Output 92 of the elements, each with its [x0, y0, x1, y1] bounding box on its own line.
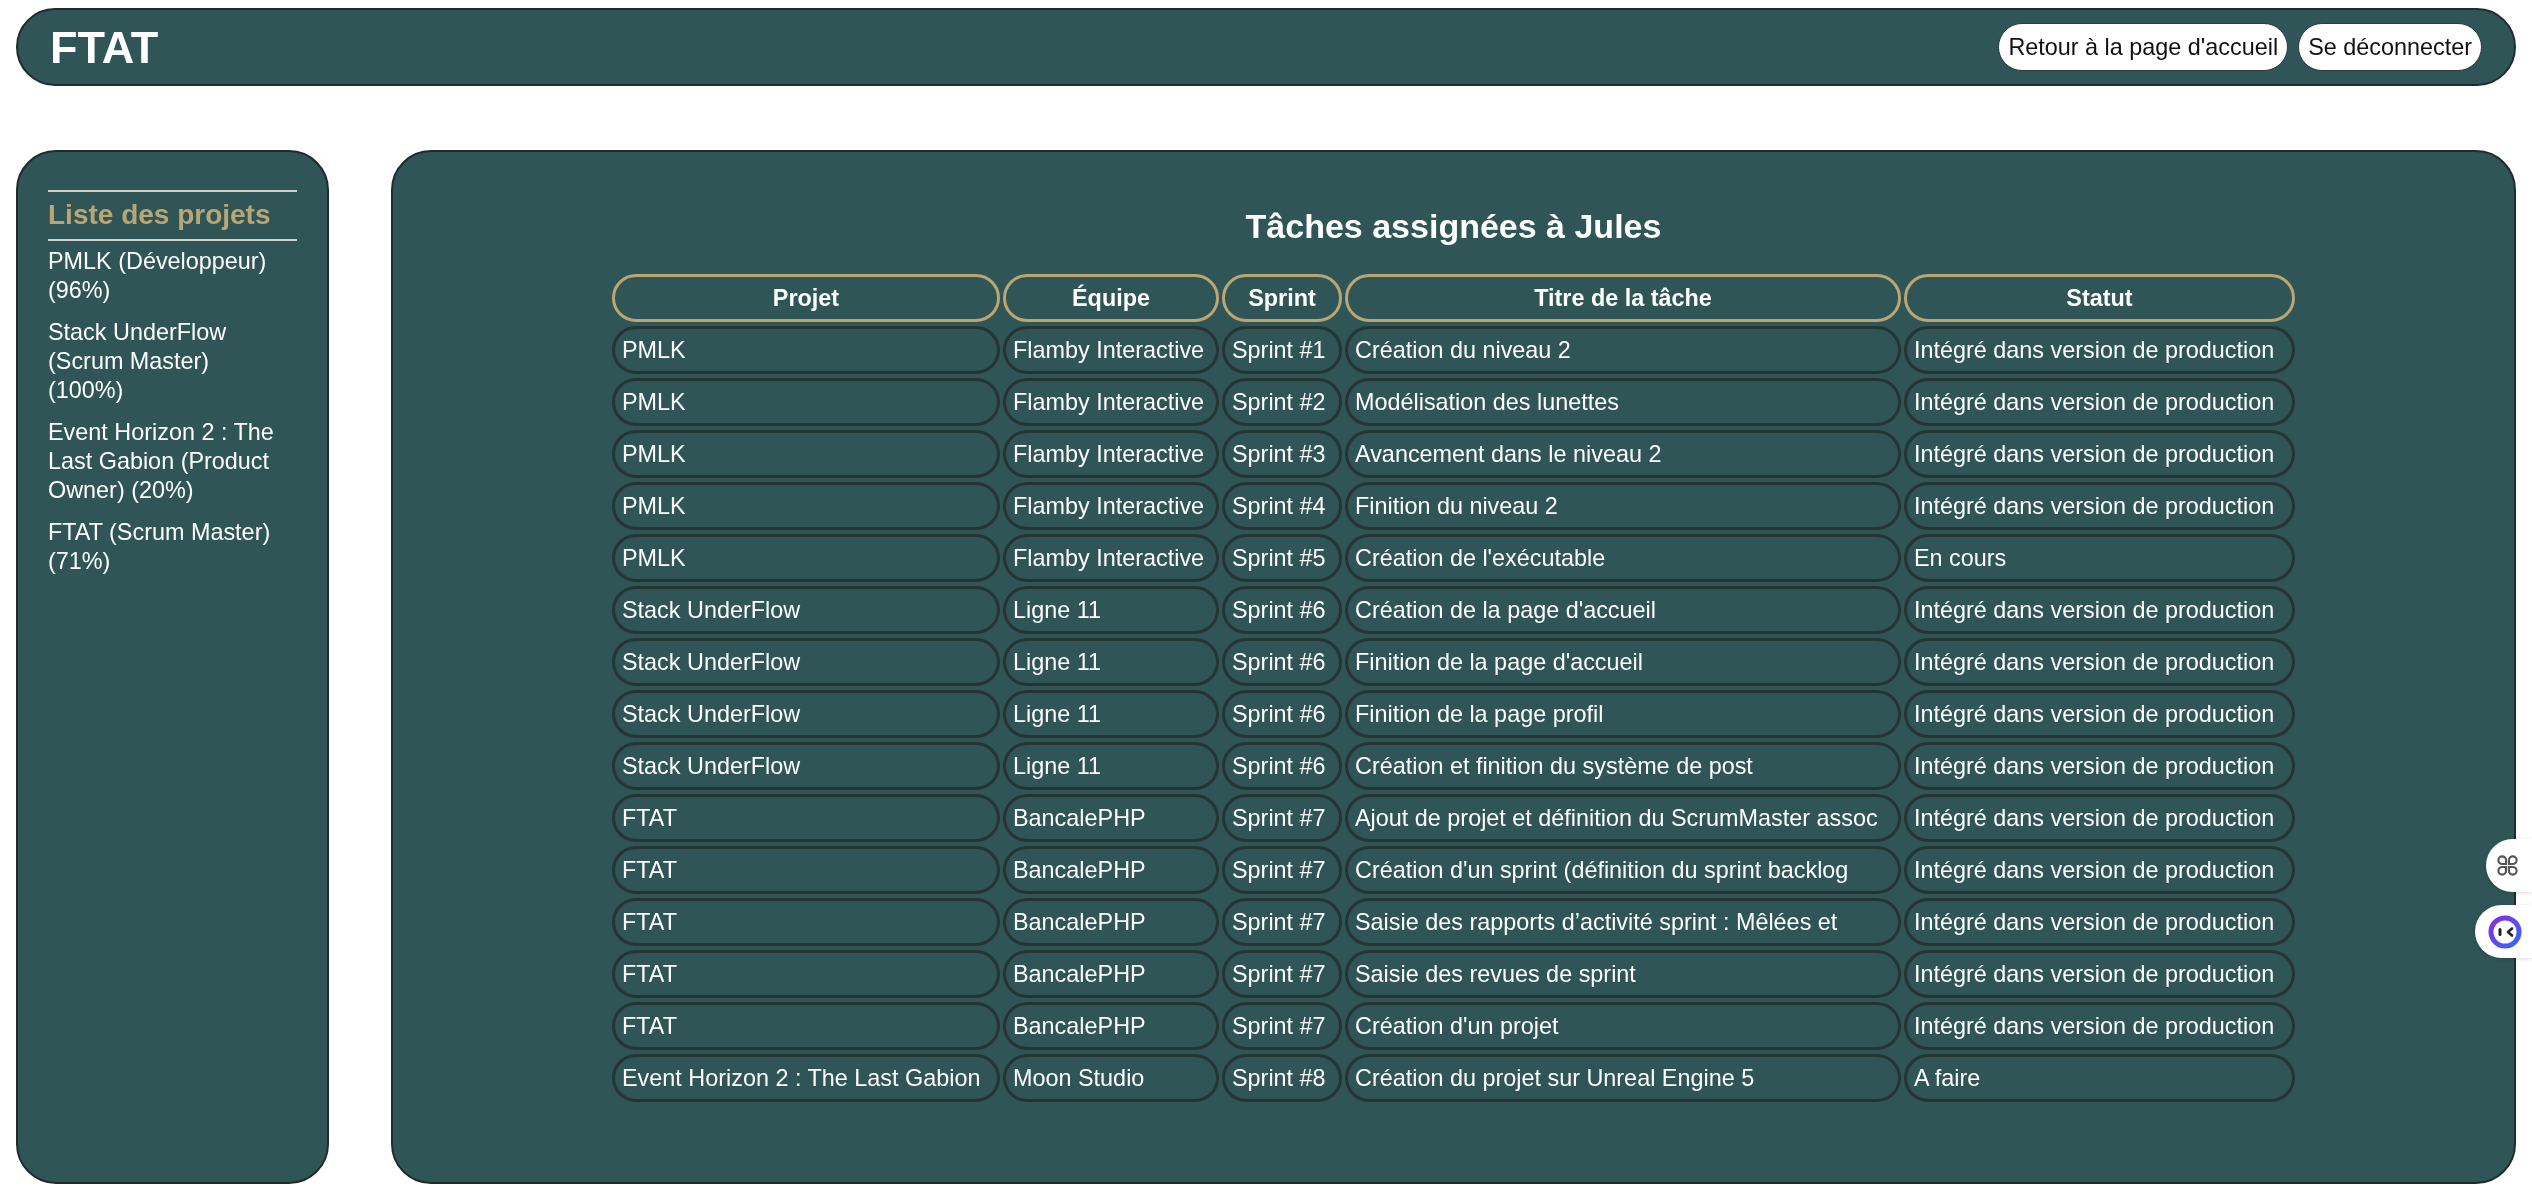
app-title: FTAT	[50, 24, 159, 70]
table-cell: Sprint #7	[1222, 1002, 1342, 1050]
table-cell: Ligne 11	[1003, 638, 1219, 686]
table-cell: Flamby Interactive	[1003, 326, 1219, 374]
table-cell: Intégré dans version de production	[1904, 898, 2295, 946]
table-cell: Flamby Interactive	[1003, 430, 1219, 478]
table-cell: Création et finition du système de post	[1345, 742, 1901, 790]
table-cell: Intégré dans version de production	[1904, 430, 2295, 478]
table-cell: Stack UnderFlow	[612, 742, 1000, 790]
table-cell: Intégré dans version de production	[1904, 482, 2295, 530]
table-cell: Saisie des rapports d’activité sprint : Mêlées et	[1345, 898, 1901, 946]
table-cell: Ligne 11	[1003, 742, 1219, 790]
table-cell: Sprint #7	[1222, 846, 1342, 894]
table-cell: Intégré dans version de production	[1904, 1002, 2295, 1050]
column-header: Titre de la tâche	[1345, 274, 1901, 322]
table-cell: Sprint #6	[1222, 586, 1342, 634]
table-cell: Intégré dans version de production	[1904, 326, 2295, 374]
table-cell: Saisie des revues de sprint	[1345, 950, 1901, 998]
table-cell: Sprint #6	[1222, 690, 1342, 738]
table-cell: Sprint #8	[1222, 1054, 1342, 1102]
command-icon	[2496, 854, 2519, 877]
table-cell: Ajout de projet et définition du ScrumMaster assoc	[1345, 794, 1901, 842]
project-item[interactable]: PMLK (Développeur) (96%)	[48, 247, 286, 305]
table-cell: Ligne 11	[1003, 690, 1219, 738]
table-cell: Ligne 11	[1003, 586, 1219, 634]
table-cell: FTAT	[612, 898, 1000, 946]
table-cell: Intégré dans version de production	[1904, 846, 2295, 894]
table-cell: Intégré dans version de production	[1904, 378, 2295, 426]
table-cell: BancalePHP	[1003, 950, 1219, 998]
column-header: Sprint	[1222, 274, 1342, 322]
table-cell: Création d'un projet	[1345, 1002, 1901, 1050]
table-cell: Sprint #4	[1222, 482, 1342, 530]
table-cell: Sprint #2	[1222, 378, 1342, 426]
column-header: Statut	[1904, 274, 2295, 322]
column-header: Projet	[612, 274, 1000, 322]
table-cell: PMLK	[612, 326, 1000, 374]
ring-face-icon	[2488, 914, 2522, 949]
logout-button[interactable]: Se déconnecter	[2298, 23, 2482, 71]
table-cell: BancalePHP	[1003, 898, 1219, 946]
table-cell: PMLK	[612, 482, 1000, 530]
table-cell: Création du projet sur Unreal Engine 5	[1345, 1054, 1901, 1102]
table-cell: FTAT	[612, 950, 1000, 998]
table-cell: Finition de la page d'accueil	[1345, 638, 1901, 686]
table-cell: Modélisation des lunettes	[1345, 378, 1901, 426]
table-title: Tâches assignées à Jules	[1245, 206, 1662, 246]
sidebar-heading: Liste des projets	[48, 190, 297, 241]
table-cell: Intégré dans version de production	[1904, 638, 2295, 686]
table-cell: Stack UnderFlow	[612, 690, 1000, 738]
table-cell: Stack UnderFlow	[612, 586, 1000, 634]
home-button[interactable]: Retour à la page d'accueil	[1998, 23, 2289, 71]
table-cell: Flamby Interactive	[1003, 534, 1219, 582]
table-cell: FTAT	[612, 1002, 1000, 1050]
table-cell: PMLK	[612, 534, 1000, 582]
column-header: Équipe	[1003, 274, 1219, 322]
table-cell: Finition de la page profil	[1345, 690, 1901, 738]
table-cell: Flamby Interactive	[1003, 378, 1219, 426]
table-cell: Event Horizon 2 : The Last Gabion	[612, 1054, 1000, 1102]
table-cell: FTAT	[612, 846, 1000, 894]
assistant-tab[interactable]	[2475, 905, 2532, 958]
table-cell: Flamby Interactive	[1003, 482, 1219, 530]
table-cell: Intégré dans version de production	[1904, 690, 2295, 738]
table-cell: Sprint #1	[1222, 326, 1342, 374]
project-item[interactable]: FTAT (Scrum Master) (71%)	[48, 518, 286, 576]
project-item[interactable]: Stack UnderFlow (Scrum Master) (100%)	[48, 318, 286, 405]
table-cell: Création de l'exécutable	[1345, 534, 1901, 582]
table-cell: Intégré dans version de production	[1904, 950, 2295, 998]
table-cell: Sprint #6	[1222, 638, 1342, 686]
table-cell: Sprint #6	[1222, 742, 1342, 790]
table-cell: Création du niveau 2	[1345, 326, 1901, 374]
table-cell: PMLK	[612, 430, 1000, 478]
table-cell: BancalePHP	[1003, 794, 1219, 842]
table-cell: En cours	[1904, 534, 2295, 582]
table-cell: A faire	[1904, 1054, 2295, 1102]
table-cell: Sprint #7	[1222, 950, 1342, 998]
table-cell: Intégré dans version de production	[1904, 586, 2295, 634]
table-cell: Intégré dans version de production	[1904, 794, 2295, 842]
table-cell: Création d'un sprint (définition du sprint backlog	[1345, 846, 1901, 894]
table-cell: BancalePHP	[1003, 1002, 1219, 1050]
table-cell: Création de la page d'accueil	[1345, 586, 1901, 634]
table-cell: Sprint #3	[1222, 430, 1342, 478]
table-cell: Finition du niveau 2	[1345, 482, 1901, 530]
table-cell: Sprint #5	[1222, 534, 1342, 582]
project-item[interactable]: Event Horizon 2 : The Last Gabion (Product Owner) (20%)	[48, 418, 286, 505]
table-cell: Sprint #7	[1222, 898, 1342, 946]
table-cell: Sprint #7	[1222, 794, 1342, 842]
table-cell: Moon Studio	[1003, 1054, 1219, 1102]
table-cell: Intégré dans version de production	[1904, 742, 2295, 790]
table-cell: Avancement dans le niveau 2	[1345, 430, 1901, 478]
table-cell: BancalePHP	[1003, 846, 1219, 894]
table-cell: PMLK	[612, 378, 1000, 426]
table-cell: Stack UnderFlow	[612, 638, 1000, 686]
table-cell: FTAT	[612, 794, 1000, 842]
